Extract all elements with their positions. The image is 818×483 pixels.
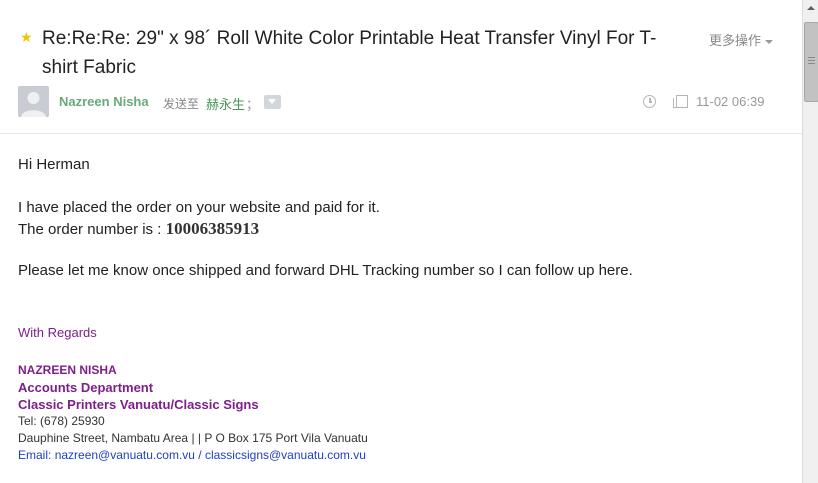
scroll-grip-line — [808, 60, 815, 61]
body-line-order-placed: I have placed the order on your website … — [18, 199, 380, 216]
email-date: 11-02 06:39 — [696, 94, 765, 109]
signature-regards: With Regards — [18, 325, 97, 340]
greeting: Hi Herman — [18, 156, 90, 173]
more-actions-label: 更多操作 — [709, 33, 762, 48]
order-number: 10006385913 — [165, 219, 260, 238]
scroll-grip-line — [808, 57, 815, 58]
recipient-name[interactable]: 赫永生 — [206, 94, 245, 113]
clock-icon[interactable] — [643, 95, 656, 108]
email-label: Email: — [18, 448, 55, 462]
signature-email-line: Email: nazreen@vanuatu.com.vu / classics… — [18, 448, 366, 462]
body-line-order-number: The order number is : 10006385913 — [18, 219, 259, 239]
signature-department: Accounts Department — [18, 380, 154, 395]
email-subject: Re:Re:Re: 29" x 98´ Roll White Color Pri… — [42, 28, 657, 78]
signature-name: NAZREEN NISHA — [18, 363, 117, 377]
email-header: ★ Re:Re:Re: 29" x 98´ Roll White Color P… — [0, 0, 802, 134]
email-separator: / — [194, 448, 205, 462]
caret-down-icon — [765, 39, 774, 44]
scroll-thumb[interactable] — [804, 22, 818, 102]
vertical-scrollbar[interactable] — [802, 0, 818, 483]
body-line-shipping-request: Please let me know once shipped and forw… — [18, 262, 633, 279]
signature-tel: Tel: (678) 25930 — [18, 414, 105, 428]
scroll-grip-line — [808, 63, 815, 64]
scroll-up-arrow-icon[interactable] — [803, 0, 818, 17]
expand-recipients-button[interactable] — [264, 95, 281, 109]
star-icon[interactable]: ★ — [20, 30, 34, 44]
recipient-separator: ； — [246, 97, 260, 112]
email-link-classicsigns[interactable]: classicsigns@vanuatu.com.vu — [205, 448, 366, 462]
email-view: ★ Re:Re:Re: 29" x 98´ Roll White Color P… — [0, 0, 802, 483]
sent-to-label: 发送至 — [163, 97, 200, 111]
more-actions-button[interactable]: 更多操作 — [709, 30, 774, 49]
email-link-nazreen[interactable]: nazreen@vanuatu.com.vu — [55, 448, 195, 462]
sender-name[interactable]: Nazreen Nisha — [59, 94, 149, 109]
copy-icon[interactable] — [673, 95, 688, 108]
signature-company: Classic Printers Vanuatu/Classic Signs — [18, 397, 259, 412]
order-number-prefix: The order number is : — [18, 221, 166, 238]
avatar[interactable] — [18, 86, 49, 117]
avatar-placeholder-icon — [18, 86, 49, 117]
signature-address: Dauphine Street, Nambatu Area | | P O Bo… — [18, 431, 368, 445]
